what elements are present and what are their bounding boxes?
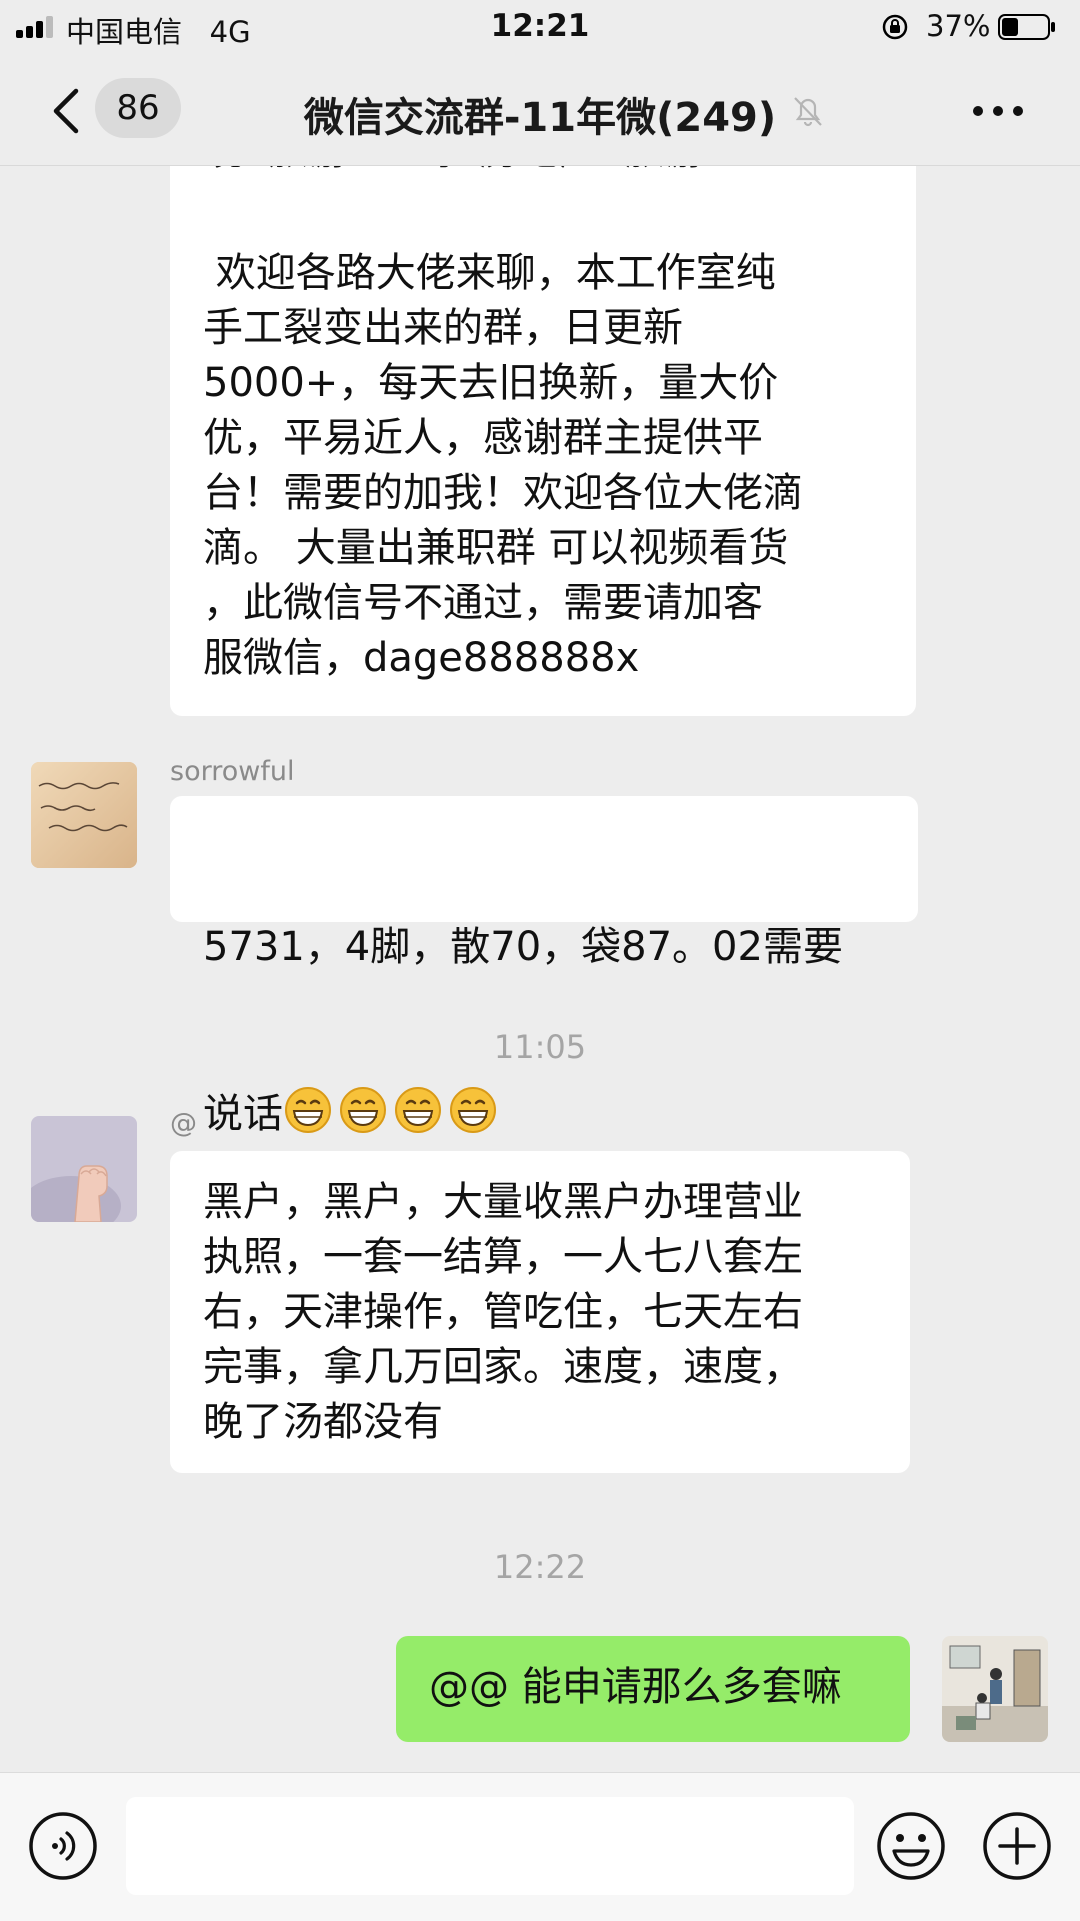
message-text-line-2: 说话 <box>203 1085 898 1142</box>
grin-emoji <box>285 1087 331 1133</box>
avatar[interactable] <box>942 1636 1048 1742</box>
chat-title: 微信交流群-11年微(249) <box>303 95 777 141</box>
timestamp: 12:22 <box>493 1548 587 1586</box>
battery-percent: 37% <box>926 9 991 43</box>
message-text: 欢迎各路大佬来聊，本工作室纯 手工裂变出来的群，日更新 5000+，每天去旧换新… <box>203 250 803 681</box>
message-bubble[interactable]: 黑户，黑户，大量收黑户办理营业 执照，一套一结算，一人七八套左 右，天津操作，管… <box>170 1151 910 1473</box>
message-cut-line: 境 旅游 医药 房地产 旅游 <box>203 166 705 179</box>
handwriting-note-avatar <box>31 762 137 868</box>
more-dots-icon[interactable] <box>970 91 1026 131</box>
timestamp: 11:05 <box>493 1028 587 1066</box>
rotation-lock-icon <box>882 14 908 40</box>
grin-emoji <box>395 1087 441 1133</box>
baby-fist-avatar <box>31 1116 137 1222</box>
message-bubble[interactable]: 5731，4脚，散70，袋87。02需要 说话 <box>170 796 918 1137</box>
message-list[interactable]: 境 旅游 医药 房地产 旅游 欢迎各路大佬来聊，本工作室纯 手工裂变出来的群，日… <box>0 166 1080 1772</box>
battery-icon <box>998 14 1055 40</box>
message-text: @@ 能申请那么多套嘛 <box>429 1664 842 1710</box>
outgoing-message-bubble[interactable]: @@ 能申请那么多套嘛 <box>396 1636 910 1742</box>
grin-emoji <box>340 1087 386 1133</box>
chat-header: 86 微信交流群-11年微(249) <box>0 55 1080 166</box>
emoji-icon[interactable] <box>876 1811 946 1881</box>
illustrated-room-avatar <box>942 1636 1048 1742</box>
sender-name: @ <box>170 1108 197 1139</box>
mute-bell-icon <box>794 97 822 127</box>
message-bubble[interactable]: 境 旅游 医药 房地产 旅游 欢迎各路大佬来聊，本工作室纯 手工裂变出来的群，日… <box>170 166 916 716</box>
status-bar: 中国电信 4G 12:21 37% <box>0 0 1080 55</box>
voice-icon[interactable] <box>28 1811 98 1881</box>
message-input[interactable] <box>126 1797 854 1895</box>
status-time: 12:21 <box>490 8 590 44</box>
avatar[interactable] <box>31 762 137 868</box>
grin-emoji <box>450 1087 496 1133</box>
sender-name: sorrowful <box>170 756 295 787</box>
message-text-line: 5731，4脚，散70，袋87。02需要 <box>203 924 843 970</box>
plus-icon[interactable] <box>982 1811 1052 1881</box>
input-bar <box>0 1772 1080 1921</box>
avatar[interactable] <box>31 1116 137 1222</box>
message-text: 黑户，黑户，大量收黑户办理营业 执照，一套一结算，一人七八套左 右，天津操作，管… <box>203 1179 803 1445</box>
message-text-line: 说话 <box>203 1091 283 1137</box>
